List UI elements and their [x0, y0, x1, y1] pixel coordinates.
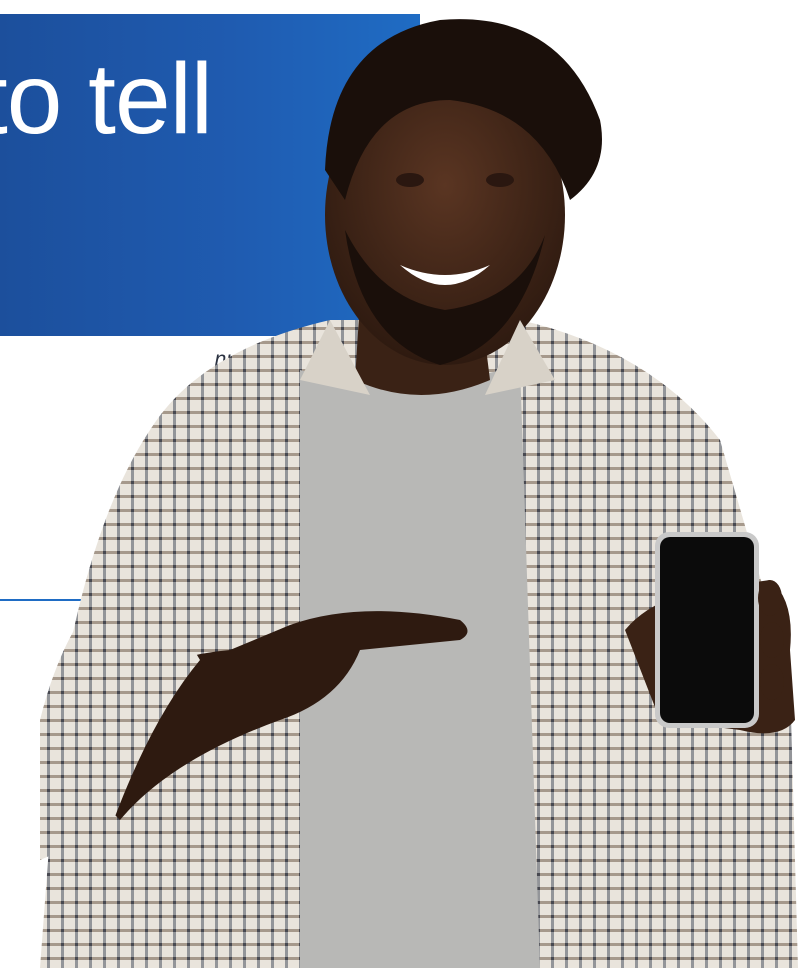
promo-page: to tell num Times? t the g — [0, 0, 798, 968]
smartphone-screen — [660, 537, 754, 723]
man-with-smartphone-photo — [40, 19, 798, 968]
